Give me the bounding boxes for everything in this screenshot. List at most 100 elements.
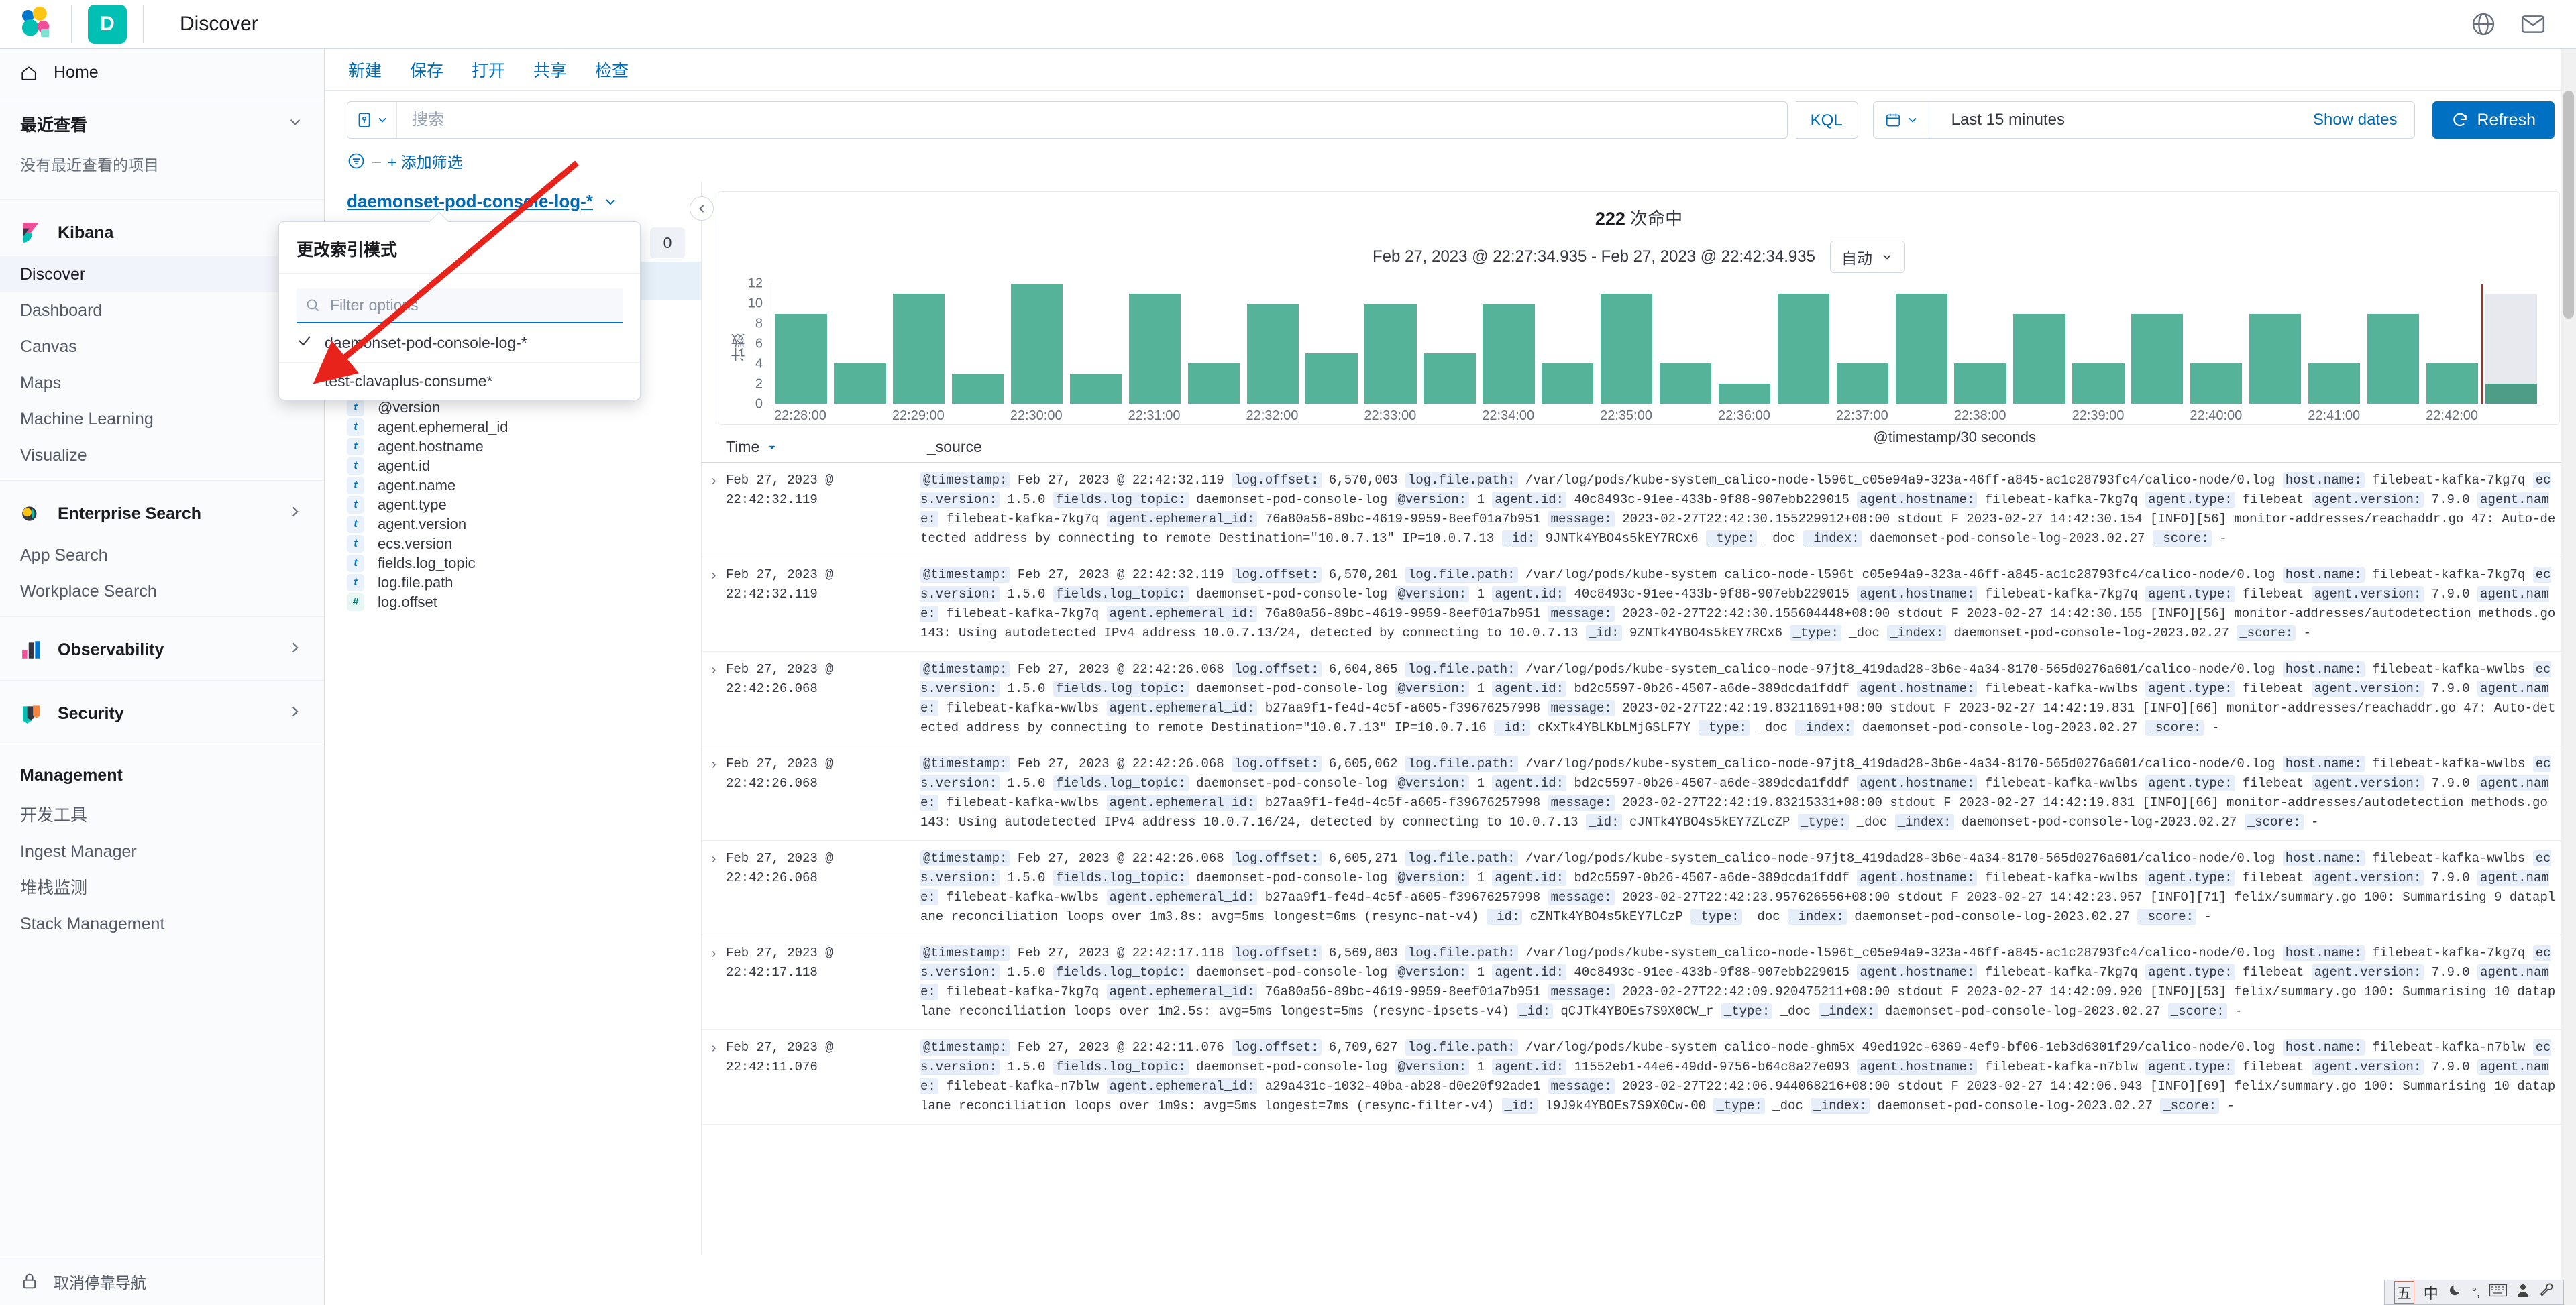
popover-filter[interactable]: [297, 288, 623, 323]
globe-icon[interactable]: [2470, 11, 2497, 38]
field-item-agent-type[interactable]: t agent.type: [335, 495, 701, 514]
table-row[interactable]: › Feb 27, 2023 @ 22:42:17.118 @timestamp: …: [702, 935, 2576, 1030]
field-item-agent-name[interactable]: t agent.name: [335, 475, 701, 495]
search-input[interactable]: [397, 103, 1787, 137]
sidebar-group-observability[interactable]: Observability: [0, 624, 324, 673]
person-icon[interactable]: [2516, 1283, 2530, 1302]
wrench-icon[interactable]: [2539, 1283, 2554, 1302]
field-item-ecs-version[interactable]: t ecs.version: [335, 534, 701, 553]
sidebar-item-app-search[interactable]: App Search: [0, 537, 324, 573]
histogram-bar-slot[interactable]: [1538, 284, 1597, 404]
expand-row-button[interactable]: ›: [702, 471, 726, 549]
menu-new[interactable]: 新建: [348, 58, 382, 82]
histogram-bar-slot[interactable]: [830, 284, 890, 404]
field-item-agent-ephemeral-id[interactable]: t agent.ephemeral_id: [335, 417, 701, 437]
collapse-sidebar-button[interactable]: [690, 196, 714, 221]
histogram-bar-slot[interactable]: [1892, 284, 1951, 404]
histogram-bar-slot[interactable]: [1951, 284, 2010, 404]
field-filter-count[interactable]: 0: [650, 227, 685, 258]
page-scrollbar[interactable]: [2561, 49, 2576, 1305]
field-item-agent-version[interactable]: t agent.version: [335, 514, 701, 534]
popover-option-test-clavaplus[interactable]: test-clavaplus-consume*: [279, 363, 640, 400]
field-item-agent-hostname[interactable]: t agent.hostname: [335, 437, 701, 456]
popover-option-daemonset[interactable]: daemonset-pod-console-log-*: [279, 323, 640, 363]
table-row[interactable]: › Feb 27, 2023 @ 22:42:26.068 @timestamp: …: [702, 746, 2576, 841]
expand-row-button[interactable]: ›: [702, 944, 726, 1021]
sidebar-item-visualize[interactable]: Visualize: [0, 437, 324, 473]
expand-row-button[interactable]: ›: [702, 754, 726, 832]
field-item-log-file-path[interactable]: t log.file.path: [335, 573, 701, 592]
histogram-bar-slot[interactable]: [1833, 284, 1892, 404]
sidebar-item-maps[interactable]: Maps: [0, 365, 324, 401]
histogram-bar-slot[interactable]: [771, 284, 830, 404]
sidebar-recent-header[interactable]: 最近查看: [0, 97, 324, 148]
table-row[interactable]: › Feb 27, 2023 @ 22:42:11.076 @timestamp: …: [702, 1030, 2576, 1125]
sidebar-item-dashboard[interactable]: Dashboard: [0, 292, 324, 329]
ime-mode-wubi[interactable]: 五: [2394, 1281, 2414, 1304]
column-header-time[interactable]: Time: [726, 438, 927, 456]
sidebar-item-dev-tools[interactable]: 开发工具: [0, 797, 324, 834]
field-item-fields-log-topic[interactable]: t fields.log_topic: [335, 553, 701, 573]
moon-icon[interactable]: [2448, 1283, 2463, 1302]
interval-select[interactable]: 自动: [1829, 241, 1905, 273]
histogram-bar-slot[interactable]: [2481, 284, 2540, 404]
sidebar-group-security[interactable]: Security: [0, 687, 324, 737]
time-range-value[interactable]: Last 15 minutes: [1931, 111, 2085, 129]
field-item-version[interactable]: t @version: [335, 398, 701, 417]
sidebar-item-machine-learning[interactable]: Machine Learning: [0, 401, 324, 437]
expand-row-button[interactable]: ›: [702, 1038, 726, 1116]
histogram-bar-slot[interactable]: [1067, 284, 1126, 404]
sidebar-item-home[interactable]: Home: [0, 49, 324, 97]
sidebar-item-discover[interactable]: Discover: [0, 256, 324, 292]
expand-row-button[interactable]: ›: [702, 565, 726, 643]
mail-icon[interactable]: [2520, 11, 2546, 38]
histogram-bar-slot[interactable]: [1243, 284, 1302, 404]
histogram-bar-slot[interactable]: [1361, 284, 1420, 404]
sidebar-item-ingest-manager[interactable]: Ingest Manager: [0, 834, 324, 870]
histogram-bar-slot[interactable]: [1479, 284, 1538, 404]
sidebar-item-canvas[interactable]: Canvas: [0, 329, 324, 365]
menu-share[interactable]: 共享: [533, 58, 567, 82]
add-filter-button[interactable]: + 添加筛选: [388, 150, 463, 172]
histogram-bar-slot[interactable]: [1774, 284, 1833, 404]
histogram-bar-slot[interactable]: [2422, 284, 2481, 404]
histogram-bar-slot[interactable]: [1656, 284, 1715, 404]
sidebar-dock-toggle[interactable]: 取消停靠导航: [0, 1257, 324, 1305]
elastic-logo-icon[interactable]: [17, 5, 55, 43]
table-row[interactable]: › Feb 27, 2023 @ 22:42:32.119 @timestamp: …: [702, 557, 2576, 652]
histogram-bar-slot[interactable]: [2246, 284, 2305, 404]
saved-query-button[interactable]: [347, 102, 397, 138]
ime-mode-chinese[interactable]: 中: [2424, 1282, 2438, 1303]
field-item-agent-id[interactable]: t agent.id: [335, 456, 701, 475]
query-language-button[interactable]: KQL: [1795, 101, 1858, 139]
expand-row-button[interactable]: ›: [702, 660, 726, 738]
show-dates-button[interactable]: Show dates: [2085, 111, 2414, 129]
histogram-chart[interactable]: 计数 0 2 4 6 8 10 12 22:28:00 22:29:00 22:30:00 22:…: [731, 276, 2546, 445]
filter-icon[interactable]: [347, 152, 366, 170]
date-quick-select-button[interactable]: [1874, 102, 1931, 138]
histogram-bar-slot[interactable]: [1008, 284, 1067, 404]
histogram-bar-slot[interactable]: [2010, 284, 2069, 404]
histogram-bar-slot[interactable]: [1302, 284, 1361, 404]
menu-inspect[interactable]: 检查: [595, 58, 629, 82]
sidebar-group-enterprise-search[interactable]: Enterprise Search: [0, 488, 324, 537]
histogram-bar-slot[interactable]: [949, 284, 1008, 404]
histogram-bar-slot[interactable]: [2305, 284, 2364, 404]
histogram-bar-slot[interactable]: [1597, 284, 1656, 404]
histogram-bar-slot[interactable]: [890, 284, 949, 404]
expand-row-button[interactable]: ›: [702, 849, 726, 927]
histogram-bar-slot[interactable]: [2187, 284, 2246, 404]
keyboard-icon[interactable]: [2489, 1284, 2508, 1301]
histogram-bar-slot[interactable]: [2363, 284, 2422, 404]
app-badge[interactable]: D: [88, 5, 127, 44]
histogram-plot[interactable]: [771, 284, 2540, 404]
sidebar-item-stack-management[interactable]: Stack Management: [0, 906, 324, 942]
menu-open[interactable]: 打开: [472, 58, 505, 82]
table-row[interactable]: › Feb 27, 2023 @ 22:42:32.119 @timestamp: …: [702, 463, 2576, 557]
menu-save[interactable]: 保存: [410, 58, 443, 82]
table-row[interactable]: › Feb 27, 2023 @ 22:42:26.068 @timestamp: …: [702, 841, 2576, 935]
histogram-bar-slot[interactable]: [1125, 284, 1184, 404]
histogram-bar-slot[interactable]: [1420, 284, 1479, 404]
popover-filter-input[interactable]: [329, 295, 623, 315]
histogram-bar-slot[interactable]: [1184, 284, 1243, 404]
